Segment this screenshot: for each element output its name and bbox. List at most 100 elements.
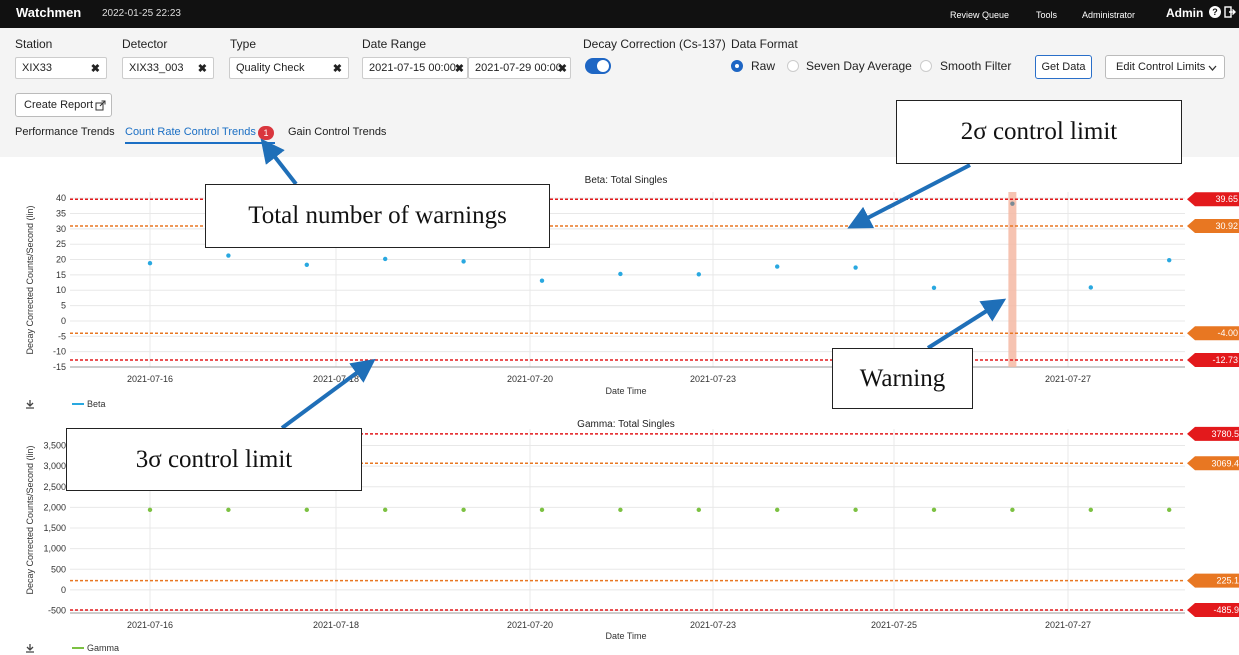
type-value: Quality Check	[236, 62, 305, 74]
gamma-data-point	[1167, 507, 1172, 513]
gamma-x-axis-title: Date Time	[605, 631, 646, 641]
gamma-chart-title: Gamma: Total Singles	[577, 419, 675, 430]
gamma-data-point	[618, 507, 623, 513]
radio-seven-day-average-label: Seven Day Average	[806, 59, 912, 73]
gamma-y-tick-label: 3,500	[43, 441, 66, 451]
gamma-download-icon[interactable]	[26, 644, 34, 653]
decay-correction-label: Decay Correction (Cs-137)	[583, 37, 726, 51]
beta-y-tick-label: 20	[56, 255, 66, 265]
gamma-y-tick-label: 1,500	[43, 523, 66, 533]
beta-data-point	[226, 253, 231, 258]
gamma-data-point	[853, 507, 858, 513]
current-timestamp: 2022-01-25 22:23	[102, 8, 181, 19]
help-icon[interactable]: ?	[1209, 6, 1221, 18]
detector-value: XIX33_003	[129, 62, 184, 74]
gamma-y-tick-label: 2,000	[43, 502, 66, 512]
radio-raw[interactable]	[731, 60, 743, 72]
beta-y-tick-label: 40	[56, 193, 66, 203]
beta-data-point	[775, 264, 780, 269]
tab-performance-trends[interactable]: Performance Trends	[15, 126, 115, 138]
clear-date-end-icon[interactable]: ✖	[558, 62, 567, 75]
beta-data-point	[304, 262, 309, 267]
gamma-data-point	[383, 507, 388, 513]
date-end-value: 2021-07-29 00:00	[475, 62, 562, 74]
date-start-input[interactable]: 2021-07-15 00:00 ✖	[362, 57, 468, 79]
date-end-input[interactable]: 2021-07-29 00:00 ✖	[468, 57, 571, 79]
warning-count-badge: 1	[258, 126, 274, 140]
create-report-button[interactable]: Create Report	[15, 93, 112, 117]
gamma-data-point	[1088, 507, 1094, 513]
gamma-x-tick-label: 2021-07-18	[313, 620, 359, 630]
beta-data-point	[853, 265, 858, 270]
beta-y-tick-label: 35	[56, 208, 66, 218]
gamma-data-point	[147, 507, 153, 513]
get-data-button[interactable]: Get Data	[1035, 55, 1092, 79]
station-select[interactable]: XIX33 ✖	[15, 57, 107, 79]
callout-warning: Warning	[832, 348, 973, 409]
beta-x-tick-label: 2021-07-27	[1045, 374, 1091, 384]
radio-raw-label: Raw	[751, 59, 776, 73]
gamma-legend-label: Gamma	[87, 643, 119, 653]
tab-count-rate-control-trends[interactable]: Count Rate Control Trends	[125, 126, 256, 138]
callout-2sigma-limit: 2σ control limit	[896, 100, 1182, 164]
beta-chart: Beta: Total Singles 40 35 30 25 20 15 10 5 0 -5 -10…	[0, 170, 1239, 415]
clear-date-start-icon[interactable]: ✖	[455, 62, 464, 75]
gamma-data-point	[931, 507, 937, 513]
beta-data-point	[1167, 257, 1172, 263]
beta-lower-2sigma-value: -4.00	[1217, 328, 1238, 338]
beta-data-point	[539, 278, 545, 283]
beta-chart-svg: Beta: Total Singles 40 35 30 25 20 15 10 5 0 -5 -10…	[25, 175, 1239, 409]
beta-download-icon[interactable]	[26, 400, 34, 409]
radio-smooth-filter-label: Smooth Filter	[940, 59, 1012, 73]
date-start-value: 2021-07-15 00:00	[369, 62, 456, 74]
nav-administrator[interactable]: Administrator	[1082, 10, 1135, 20]
beta-y-tick-label: -10	[53, 347, 66, 357]
decay-correction-toggle[interactable]	[585, 58, 611, 74]
radio-seven-day-average[interactable]	[787, 60, 799, 72]
beta-y-tick-label: 5	[61, 301, 66, 311]
tab-gain-control-trends[interactable]: Gain Control Trends	[288, 126, 386, 138]
user-menu[interactable]: Admin	[1166, 6, 1203, 20]
logout-icon[interactable]	[1224, 6, 1236, 18]
gamma-y-axis-title: Decay Corrected Counts/Second (lin)	[25, 445, 35, 594]
app-title[interactable]: Watchmen	[16, 5, 81, 20]
gamma-y-tick-label: 500	[51, 564, 66, 574]
date-range-label: Date Range	[362, 37, 427, 51]
active-tab-indicator	[125, 142, 275, 144]
type-select[interactable]: Quality Check ✖	[229, 57, 349, 79]
radio-smooth-filter[interactable]	[920, 60, 932, 72]
gamma-data-point	[461, 507, 466, 513]
gamma-x-tick-label: 2021-07-27	[1045, 620, 1091, 630]
clear-type-icon[interactable]: ✖	[333, 62, 342, 75]
gamma-data-point	[696, 507, 701, 513]
beta-lower-3sigma-value: -12.73	[1212, 355, 1238, 365]
clear-station-icon[interactable]: ✖	[91, 62, 100, 75]
chevron-down-icon	[1208, 65, 1217, 71]
beta-y-tick-label: 0	[61, 316, 66, 326]
type-label: Type	[230, 37, 257, 51]
gamma-data-point	[304, 507, 309, 513]
detector-select[interactable]: XIX33_003 ✖	[122, 57, 214, 79]
nav-tools[interactable]: Tools	[1036, 10, 1057, 20]
beta-data-point	[696, 272, 701, 277]
beta-upper-3sigma-value: 39.65	[1215, 194, 1238, 204]
gamma-y-tick-label: 2,500	[43, 482, 66, 492]
beta-x-axis-title: Date Time	[605, 386, 646, 396]
callout-3sigma-limit: 3σ control limit	[66, 428, 362, 491]
gamma-x-tick-label: 2021-07-20	[507, 620, 553, 630]
gamma-data-point	[775, 507, 780, 513]
beta-data-point	[461, 259, 466, 264]
edit-control-limits-button[interactable]: Edit Control Limits	[1105, 55, 1225, 79]
gamma-data-point	[539, 507, 545, 513]
beta-x-tick-label: 2021-07-20	[507, 374, 553, 384]
nav-review-queue[interactable]: Review Queue	[950, 10, 1009, 20]
data-format-label: Data Format	[731, 37, 798, 51]
beta-data-point	[383, 256, 388, 262]
beta-data-point	[147, 261, 153, 266]
beta-upper-2sigma-value: 30.92	[1215, 221, 1238, 231]
gamma-x-tick-label: 2021-07-25	[871, 620, 917, 630]
clear-detector-icon[interactable]: ✖	[198, 62, 207, 75]
gamma-data-point	[226, 507, 231, 513]
beta-y-tick-label: -15	[53, 362, 66, 372]
beta-warning-band	[1008, 192, 1017, 367]
